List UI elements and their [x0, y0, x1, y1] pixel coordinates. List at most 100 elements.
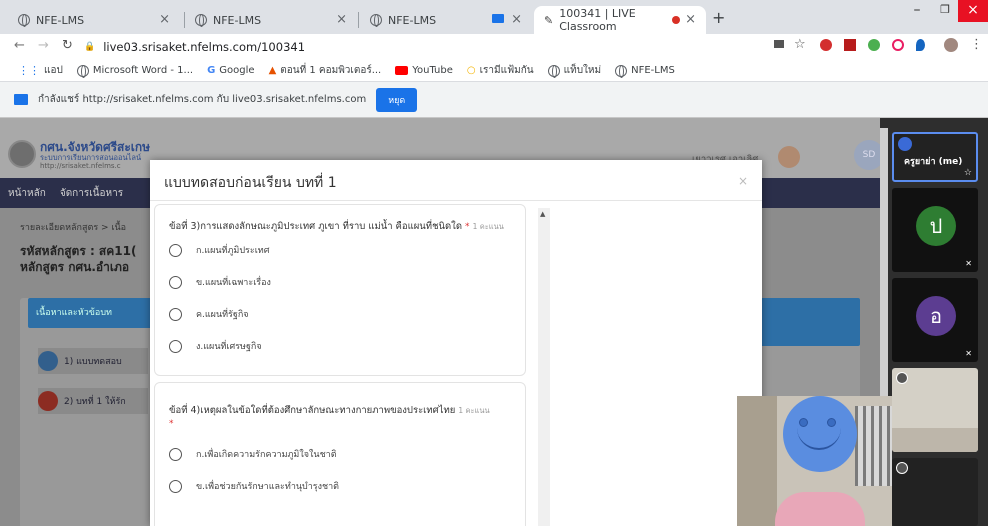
- pen-icon: ✎: [544, 13, 554, 27]
- question-text: ข้อที่ 3)การแสดงลักษณะภูมิประเทศ ภูเขา ท…: [169, 221, 504, 232]
- tab-title: NFE-LMS: [388, 13, 437, 27]
- tab-2[interactable]: NFE-LMS ×: [185, 6, 357, 34]
- address-bar: ← → ↻ 🔒 live03.srisaket.nfelms.com/10034…: [0, 34, 988, 60]
- menu-icon[interactable]: ⋮: [970, 37, 983, 52]
- extension-icon[interactable]: [892, 39, 904, 51]
- participant-video-tile[interactable]: [892, 368, 978, 452]
- self-view-video[interactable]: [737, 396, 892, 526]
- video-sidebar: ครูยาย่า (me) ☆ ป ✕ อ ✕: [880, 118, 988, 526]
- course-name: หลักสูตร กศน.อำเภอ: [20, 260, 130, 274]
- adblock-icon[interactable]: [820, 39, 832, 51]
- share-message: กำลังแชร์ http://srisaket.nfelms.com กับ…: [38, 94, 367, 105]
- side-item-2[interactable]: 2) บทที่ 1 ให้รัก: [38, 388, 148, 414]
- background-shelf: [737, 396, 777, 526]
- question-card-3: ข้อที่ 3)การแสดงลักษณะภูมิประเทศ ภูเขา ท…: [154, 204, 526, 376]
- pdf-icon[interactable]: [844, 39, 856, 51]
- participant-avatar: อ: [916, 296, 956, 336]
- mic-off-icon: ✕: [965, 349, 972, 358]
- bookmark-google[interactable]: G Google: [207, 65, 254, 76]
- option-a[interactable]: ก.แผนที่ภูมิประเทศ: [169, 243, 269, 257]
- reload-icon[interactable]: ↻: [62, 38, 73, 53]
- bookmark-item[interactable]: ▲ ตอนที่ 1 คอมพิวเตอร์...: [269, 63, 382, 78]
- radio-button[interactable]: [169, 447, 182, 461]
- host-video-tile[interactable]: ครูยาย่า (me) ☆: [892, 132, 978, 182]
- option-c[interactable]: ค.แผนที่รัฐกิจ: [169, 307, 249, 321]
- globe-icon: [615, 64, 628, 78]
- tab-4-active[interactable]: ✎ 100341 | LIVE Classroom ×: [534, 6, 706, 34]
- user-avatar[interactable]: [778, 146, 800, 168]
- cast-icon[interactable]: [774, 40, 784, 48]
- star-icon[interactable]: ☆: [794, 37, 806, 52]
- recording-icon: [672, 16, 680, 24]
- option-b[interactable]: ข.เพื่อช่วยกันรักษาและทำนุบำรุงชาติ: [169, 479, 339, 493]
- modal-title: แบบทดสอบก่อนเรียน บทที่ 1: [164, 175, 337, 191]
- radio-button[interactable]: [169, 243, 182, 257]
- close-tab-icon[interactable]: ×: [159, 12, 170, 27]
- flame-icon: ▲: [268, 65, 277, 76]
- bookmark-youtube[interactable]: YouTube: [395, 65, 453, 76]
- background-window: [855, 406, 892, 486]
- breadcrumb: รายละเอียดหลักสูตร > เนื้อ: [20, 223, 127, 233]
- globe-icon: [370, 14, 382, 27]
- tab-3[interactable]: NFE-LMS ×: [360, 6, 532, 34]
- bookmarks-bar: ⋮⋮ แอป Microsoft Word - 1... G Google ▲ ตอน…: [0, 60, 988, 82]
- back-icon[interactable]: ←: [14, 38, 25, 53]
- url-field[interactable]: 🔒 live03.srisaket.nfelms.com/100341: [84, 37, 764, 57]
- site-logo-icon: [8, 140, 36, 168]
- shirt: [775, 492, 865, 526]
- quiz-icon: [38, 351, 58, 371]
- close-tab-icon[interactable]: ×: [336, 12, 347, 27]
- new-tab-button[interactable]: +: [712, 8, 725, 27]
- tab-1[interactable]: NFE-LMS ×: [8, 6, 180, 34]
- google-icon: G: [207, 65, 216, 76]
- url-text: live03.srisaket.nfelms.com/100341: [103, 40, 306, 54]
- radio-button[interactable]: [169, 307, 182, 321]
- participant-tile[interactable]: อ ✕: [892, 278, 978, 362]
- option-a[interactable]: ก.เพื่อเกิดความรักความภูมิใจในชาติ: [169, 447, 337, 461]
- maximize-button[interactable]: ❐: [930, 0, 960, 22]
- option-b[interactable]: ข.แผนที่เฉพาะเรื่อง: [169, 275, 271, 289]
- host-name: ครูยาย่า (me): [904, 157, 963, 167]
- room-floor: [892, 428, 978, 452]
- pin-icon[interactable]: ☆: [964, 168, 972, 178]
- cast-icon: [492, 14, 504, 23]
- close-window-button[interactable]: ×: [958, 0, 988, 22]
- bookmark-apps[interactable]: ⋮⋮ แอป: [18, 63, 63, 78]
- bookmark-item[interactable]: Microsoft Word - 1...: [76, 64, 193, 78]
- profile-avatar[interactable]: [944, 38, 958, 52]
- share-screen-icon: [14, 94, 28, 105]
- location-icon[interactable]: [916, 39, 925, 51]
- participant-tile[interactable]: ป ✕: [892, 188, 978, 272]
- side-item-1[interactable]: 1) แบบทดสอบ: [38, 348, 148, 374]
- bookmark-item[interactable]: ○ เรามีแฟ้มกัน: [467, 63, 534, 78]
- extension-icon[interactable]: [868, 39, 880, 51]
- forward-icon[interactable]: →: [38, 38, 49, 53]
- nav-manage[interactable]: จัดการเนื้อหาร: [60, 186, 123, 201]
- participant-video-tile[interactable]: [892, 458, 978, 526]
- radio-button[interactable]: [169, 339, 182, 353]
- divider: [150, 200, 762, 201]
- minimize-button[interactable]: –: [902, 0, 932, 22]
- smile: [797, 424, 841, 450]
- speaker-icon: [896, 372, 908, 384]
- globe-icon: [547, 64, 560, 78]
- question-card-4: ข้อที่ 4)เหตุผลในข้อใดที่ต้องศึกษาลักษณะ…: [154, 382, 526, 526]
- stop-sharing-button[interactable]: หยุด: [376, 87, 418, 112]
- option-d[interactable]: ง.แผนที่เศรษฐกิจ: [169, 339, 262, 353]
- radio-button[interactable]: [169, 275, 182, 289]
- smiley-face-overlay: [783, 396, 857, 472]
- lesson-icon: [38, 391, 58, 411]
- close-tab-icon[interactable]: ×: [685, 12, 696, 27]
- lock-icon: 🔒: [84, 42, 96, 52]
- sd-avatar[interactable]: SD: [854, 140, 880, 170]
- close-modal-button[interactable]: ×: [738, 174, 748, 188]
- nav-home[interactable]: หน้าหลัก: [8, 186, 46, 201]
- bulb-icon: ○: [466, 65, 476, 76]
- radio-button[interactable]: [169, 479, 182, 493]
- close-tab-icon[interactable]: ×: [511, 12, 522, 27]
- bookmark-item[interactable]: แท็บใหม่: [547, 63, 601, 78]
- scroll-up-icon[interactable]: ▲: [540, 210, 545, 218]
- tab-title: NFE-LMS: [213, 13, 262, 27]
- modal-scrollbar[interactable]: ▲: [538, 208, 550, 526]
- bookmark-item[interactable]: NFE-LMS: [615, 64, 675, 78]
